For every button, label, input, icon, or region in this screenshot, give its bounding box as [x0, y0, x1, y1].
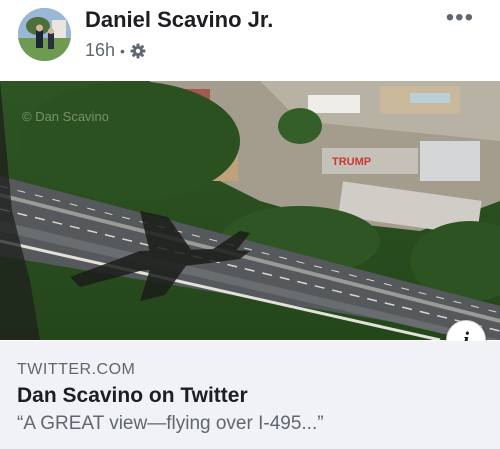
- gear-icon: [130, 43, 146, 59]
- roof-sign-text: TRUMP: [332, 156, 371, 168]
- post-meta: 16h •: [85, 40, 146, 61]
- post-image[interactable]: TRUMP © Dan Scavino: [0, 81, 500, 340]
- meta-separator: •: [120, 42, 125, 59]
- avatar[interactable]: [18, 8, 71, 61]
- post-header: Daniel Scavino Jr. 16h • •••: [0, 0, 500, 80]
- link-domain: TWITTER.COM: [17, 361, 136, 378]
- post-author-name[interactable]: Daniel Scavino Jr.: [85, 7, 273, 33]
- post-time[interactable]: 16h: [85, 40, 115, 61]
- more-options-icon[interactable]: •••: [446, 6, 474, 30]
- watermark-text: © Dan Scavino: [22, 109, 109, 124]
- link-title[interactable]: Dan Scavino on Twitter: [17, 384, 248, 408]
- aerial-photo: TRUMP © Dan Scavino: [0, 81, 500, 340]
- link-preview[interactable]: TWITTER.COM Dan Scavino on Twitter “A GR…: [0, 341, 500, 449]
- link-description: “A GREAT view—flying over I-495...”: [17, 413, 324, 434]
